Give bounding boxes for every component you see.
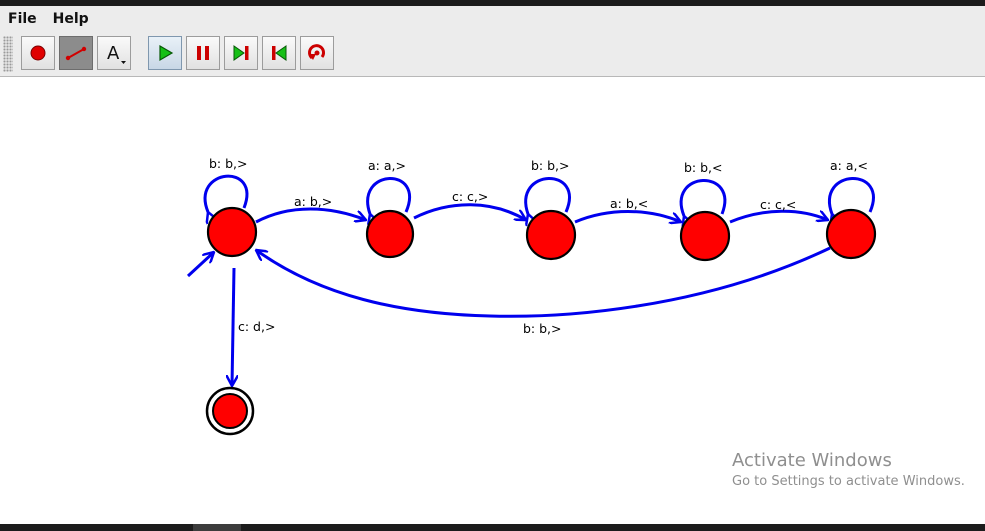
loop-s3[interactable] xyxy=(679,179,727,216)
label-edge-s2-s3: a: b,< xyxy=(610,196,648,211)
state-s1[interactable] xyxy=(365,209,415,259)
state-s4[interactable] xyxy=(825,208,877,260)
edge-s3-s4[interactable] xyxy=(729,209,828,224)
label-loop-s1: a: a,> xyxy=(368,158,406,173)
transition-arrow-icon xyxy=(65,46,87,61)
label-loop-s0: b: b,> xyxy=(209,156,248,171)
edge-s0-final[interactable] xyxy=(232,267,234,386)
run-button[interactable] xyxy=(148,36,182,70)
step-forward-icon xyxy=(233,45,249,61)
label-edge-s3-s4: c: c,< xyxy=(760,197,796,212)
state-final[interactable] xyxy=(205,386,255,436)
menu-help[interactable]: Help xyxy=(45,11,97,27)
activation-watermark: Activate Windows Go to Settings to activ… xyxy=(732,450,965,489)
label-loop-s3: b: b,< xyxy=(684,160,723,175)
state-s2[interactable] xyxy=(525,209,577,261)
reset-button[interactable] xyxy=(300,36,334,70)
pause-icon xyxy=(197,46,209,60)
menu-file[interactable]: File xyxy=(0,11,45,27)
toolbar: A xyxy=(0,32,985,77)
state-s3[interactable] xyxy=(679,210,731,262)
loop-s1[interactable] xyxy=(366,177,411,214)
add-note-tool[interactable]: A xyxy=(97,36,131,70)
add-transition-tool[interactable] xyxy=(59,36,93,70)
label-edge-s0-final: c: d,> xyxy=(238,319,275,334)
toolbar-grip-handle[interactable] xyxy=(3,36,13,72)
taskbar-edge xyxy=(0,524,985,531)
taskbar-tab[interactable] xyxy=(193,524,241,531)
menu-bar: File Help xyxy=(0,6,985,32)
loop-s0[interactable] xyxy=(203,174,249,212)
watermark-title: Activate Windows xyxy=(732,450,892,471)
label-edge-s0-s1: a: b,> xyxy=(294,194,332,209)
label-loop-s2: b: b,> xyxy=(531,158,570,173)
start-arrow xyxy=(186,252,214,278)
watermark-subtitle: Go to Settings to activate Windows. xyxy=(732,474,965,489)
loop-s4[interactable] xyxy=(828,177,875,214)
add-state-tool[interactable] xyxy=(21,36,55,70)
edge-s1-s2[interactable] xyxy=(413,203,526,220)
red-circle-icon xyxy=(30,45,46,61)
loop-s2[interactable] xyxy=(524,177,571,214)
pause-button[interactable] xyxy=(186,36,220,70)
edge-s0-s1[interactable] xyxy=(255,207,366,224)
label-edge-s4-s0: b: b,> xyxy=(523,321,562,336)
step-forward-button[interactable] xyxy=(224,36,258,70)
label-edge-s1-s2: c: c,> xyxy=(452,189,488,204)
reset-icon xyxy=(308,44,325,60)
edge-s2-s3[interactable] xyxy=(574,210,681,223)
step-back-icon xyxy=(272,45,287,61)
state-s0[interactable] xyxy=(206,206,258,258)
label-loop-s4: a: a,< xyxy=(830,158,868,173)
play-icon xyxy=(159,44,174,62)
text-a-glyph: A xyxy=(107,43,120,64)
step-back-button[interactable] xyxy=(262,36,296,70)
text-a-icon: A xyxy=(107,43,126,64)
